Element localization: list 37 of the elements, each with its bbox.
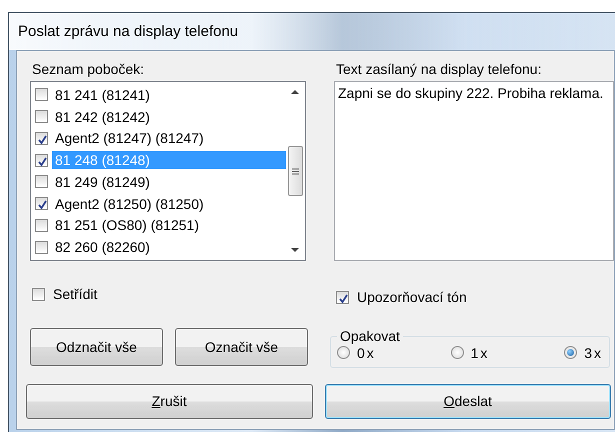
- list-item[interactable]: 82 260 (82260): [52, 238, 286, 256]
- radio-label: 1x: [470, 344, 490, 360]
- checkbox[interactable]: [35, 240, 48, 254]
- radio-label: 3x: [584, 344, 603, 360]
- radio-button[interactable]: [337, 346, 350, 359]
- send-button[interactable]: Odeslat: [324, 384, 611, 418]
- up-arrow-icon[interactable]: [290, 88, 300, 96]
- list-item[interactable]: Agent2 (81247) (81247): [52, 129, 286, 148]
- extension-list[interactable]: 81 241 (81241) 81 242 (81242) Agent2 (81247) (81247) 81 248 (81248) 81 249 (81249) Agent2 (81250) (81250) 81 251 (OS80) (81251) 82 260 (82260): [30, 81, 306, 261]
- down-arrow-icon[interactable]: [290, 246, 300, 254]
- select-button[interactable]: Odznačit vše: [30, 328, 163, 366]
- list-item[interactable]: Agent2 (81250) (81250): [52, 194, 286, 213]
- checkbox[interactable]: [35, 88, 48, 102]
- list-item[interactable]: 81 251 (OS80) (81251): [52, 216, 286, 234]
- checkbox[interactable]: [32, 288, 45, 300]
- radio-label: 0x: [357, 344, 376, 360]
- checkbox[interactable]: [336, 290, 349, 304]
- list-item[interactable]: 81 242 (81242): [52, 108, 286, 126]
- message-label: Text zasílaný na display telefonu:: [335, 60, 542, 79]
- checkbox[interactable]: [35, 110, 48, 124]
- checkbox[interactable]: [35, 218, 48, 232]
- radio-button[interactable]: [564, 346, 578, 359]
- list-label: Seznam poboček:: [31, 60, 146, 79]
- checkbox[interactable]: [35, 132, 48, 145]
- checkbox[interactable]: [35, 175, 48, 188]
- checkbox[interactable]: [35, 197, 48, 210]
- group-label: Opakovat: [339, 328, 401, 344]
- checkbox-label: Setřídit: [53, 286, 98, 302]
- radio-button[interactable]: [450, 346, 464, 359]
- list-item[interactable]: 81 249 (81249): [52, 172, 286, 191]
- checkbox[interactable]: [35, 154, 48, 167]
- cancel-button[interactable]: Zrušit: [26, 384, 312, 418]
- checkbox-label: Upozorňovací tón: [357, 289, 467, 305]
- select-button[interactable]: Označit vše: [175, 328, 308, 366]
- list-item[interactable]: 81 241 (81241): [52, 86, 286, 104]
- grip-icon: [292, 168, 298, 174]
- message-field[interactable]: Zapni se do skupiny 222. Probiha reklama.: [334, 81, 614, 261]
